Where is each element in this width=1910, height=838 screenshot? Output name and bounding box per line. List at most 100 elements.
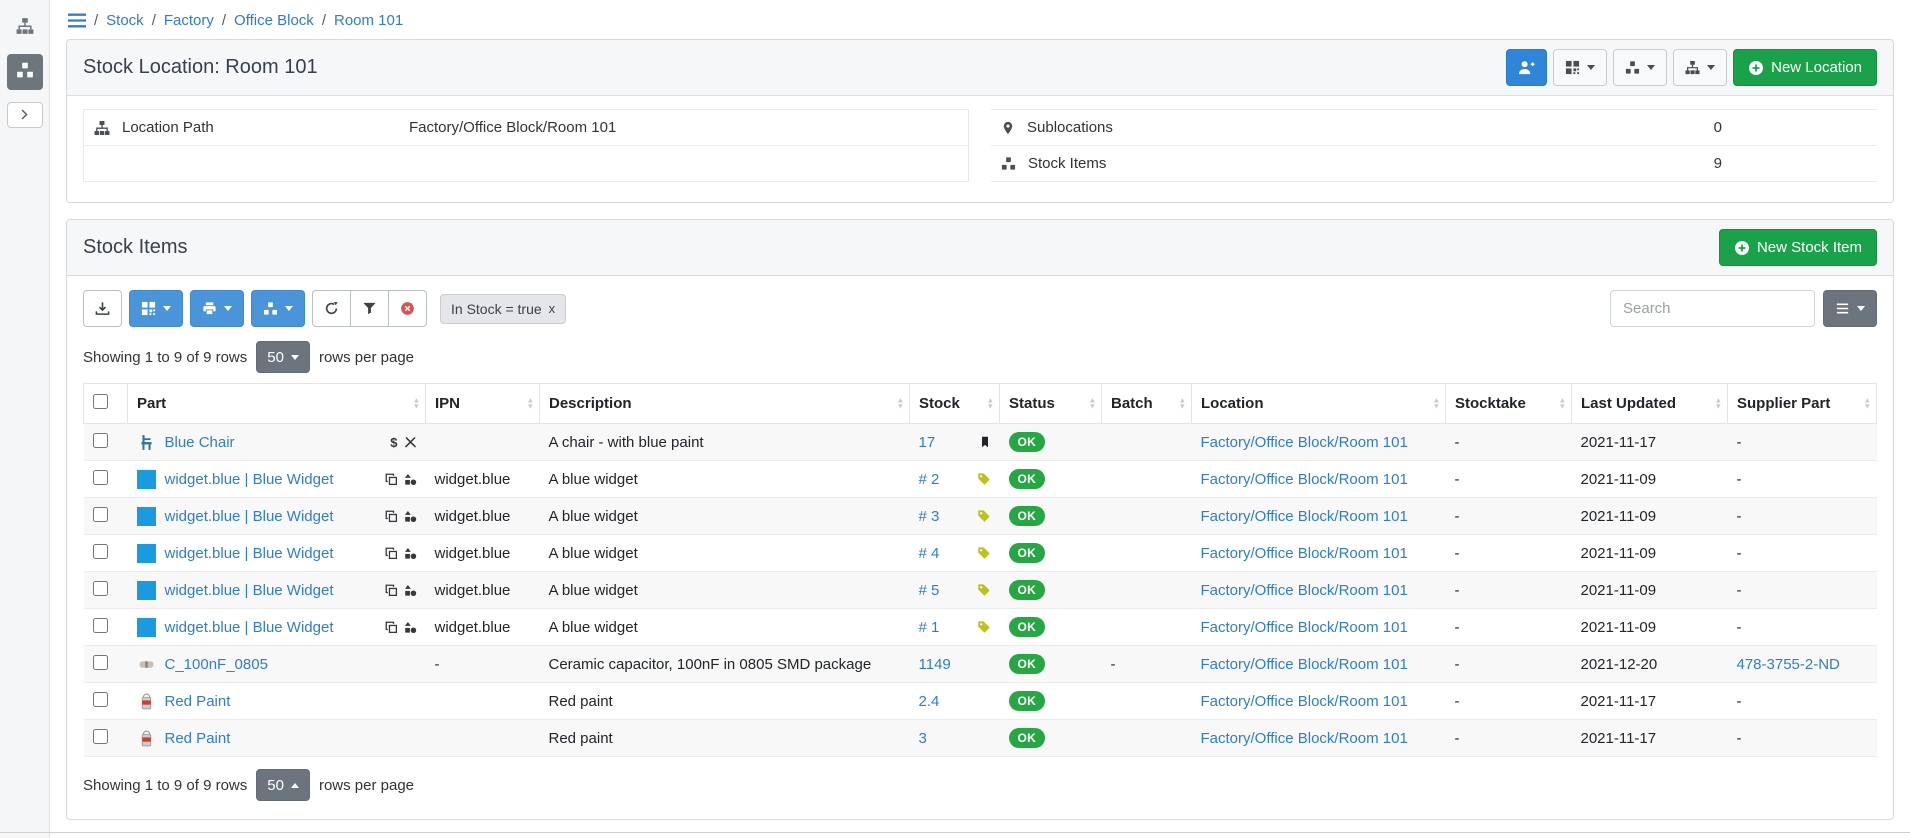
download-button[interactable] — [83, 290, 122, 327]
sidebar-item-stock[interactable] — [7, 54, 43, 90]
row-checkbox[interactable] — [93, 618, 108, 633]
column-header-last-updated[interactable]: Last Updated▲▼ — [1572, 384, 1728, 424]
last-updated-cell: 2021-11-09 — [1572, 498, 1728, 535]
column-header-description[interactable]: Description▲▼ — [540, 384, 910, 424]
part-link[interactable]: Blue Chair — [165, 434, 235, 451]
location-link[interactable]: Factory/Office Block/Room 101 — [1201, 693, 1408, 710]
batch-cell — [1102, 498, 1192, 535]
column-header-part[interactable]: Part▲▼ — [128, 384, 426, 424]
part-link[interactable]: Red Paint — [165, 693, 231, 710]
ipn-cell: widget.blue — [426, 461, 540, 498]
sidebar-expand-button[interactable] — [7, 102, 43, 128]
detail-row-location-path: Location Path Factory/Office Block/Room … — [84, 110, 968, 146]
table-header-row: Part▲▼ IPN▲▼ Description▲▼ Stock▲▼ Statu… — [84, 384, 1877, 424]
part-link[interactable]: widget.blue | Blue Widget — [165, 619, 334, 636]
shapes-icon — [404, 510, 417, 523]
location-link[interactable]: Factory/Office Block/Room 101 — [1201, 619, 1408, 636]
barcode-actions-dropdown[interactable] — [1553, 49, 1607, 86]
page-size-dropdown[interactable]: 50 — [256, 769, 310, 801]
new-location-button[interactable]: New Location — [1733, 49, 1877, 86]
row-checkbox[interactable] — [93, 581, 108, 596]
row-checkbox[interactable] — [93, 655, 108, 670]
part-link[interactable]: widget.blue | Blue Widget — [165, 582, 334, 599]
caret-down-icon — [1587, 65, 1595, 70]
location-link[interactable]: Factory/Office Block/Room 101 — [1201, 471, 1408, 488]
sort-icon: ▲▼ — [1559, 397, 1566, 410]
column-header-ipn[interactable]: IPN▲▼ — [426, 384, 540, 424]
row-checkbox[interactable] — [93, 507, 108, 522]
location-link[interactable]: Factory/Office Block/Room 101 — [1201, 656, 1408, 673]
filter-chip-remove[interactable]: x — [549, 301, 556, 316]
breadcrumb-link-office-block[interactable]: Office Block — [234, 12, 314, 29]
location-link[interactable]: Factory/Office Block/Room 101 — [1201, 434, 1408, 451]
stock-actions-dropdown[interactable] — [1613, 49, 1667, 86]
location-link[interactable]: Factory/Office Block/Room 101 — [1201, 508, 1408, 525]
stock-count-link[interactable]: 1149 — [919, 656, 951, 673]
supplier-part-link[interactable]: 478-3755-2-ND — [1737, 656, 1840, 673]
sort-icon: ▲▼ — [413, 397, 420, 410]
column-header-status[interactable]: Status▲▼ — [1000, 384, 1102, 424]
copy-icon — [385, 547, 398, 560]
print-actions-dropdown[interactable] — [190, 290, 244, 327]
caret-down-icon — [285, 306, 293, 311]
filter-button[interactable] — [350, 290, 389, 327]
tag-icon — [977, 546, 991, 560]
row-checkbox[interactable] — [93, 544, 108, 559]
sidebar — [0, 0, 50, 838]
part-link[interactable]: Red Paint — [165, 730, 231, 747]
description-cell: Red paint — [540, 720, 910, 757]
column-header-stocktake[interactable]: Stocktake▲▼ — [1446, 384, 1572, 424]
row-checkbox[interactable] — [93, 470, 108, 485]
location-link[interactable]: Factory/Office Block/Room 101 — [1201, 582, 1408, 599]
location-link[interactable]: Factory/Office Block/Room 101 — [1201, 730, 1408, 747]
ipn-cell — [426, 424, 540, 461]
hamburger-menu-icon[interactable] — [68, 13, 86, 28]
location-actions-dropdown[interactable] — [1673, 49, 1727, 86]
stock-count-link[interactable]: # 2 — [919, 471, 940, 488]
stock-count-link[interactable]: 3 — [919, 730, 927, 747]
row-checkbox[interactable] — [93, 692, 108, 707]
last-updated-cell: 2021-11-17 — [1572, 683, 1728, 720]
stock-count-link[interactable]: # 3 — [919, 508, 940, 525]
stock-count-link[interactable]: 17 — [919, 434, 936, 451]
column-header-supplier-part[interactable]: Supplier Part▲▼ — [1728, 384, 1877, 424]
pagination-bottom: Showing 1 to 9 of 9 rows 50 rows per pag… — [83, 769, 1877, 801]
stock-count-link[interactable]: # 1 — [919, 619, 940, 636]
row-checkbox[interactable] — [93, 433, 108, 448]
new-stock-item-button[interactable]: New Stock Item — [1719, 229, 1877, 266]
stock-count-link[interactable]: # 4 — [919, 545, 940, 562]
part-link[interactable]: C_100nF_0805 — [165, 656, 268, 673]
stock-count-link[interactable]: # 5 — [919, 582, 940, 599]
page-size-dropdown[interactable]: 50 — [256, 341, 310, 373]
stock-options-dropdown[interactable] — [251, 290, 305, 327]
table-row: widget.blue | Blue Widgetwidget.blueA bl… — [84, 498, 1877, 535]
breadcrumb-link-factory[interactable]: Factory — [164, 12, 214, 29]
table-columns-dropdown[interactable] — [1823, 290, 1877, 327]
location-link[interactable]: Factory/Office Block/Room 101 — [1201, 545, 1408, 562]
breadcrumb-link-stock[interactable]: Stock — [106, 12, 144, 29]
copy-icon — [385, 584, 398, 597]
part-link[interactable]: widget.blue | Blue Widget — [165, 545, 334, 562]
stock-items-header: Stock Items New Stock Item — [67, 220, 1893, 276]
last-updated-cell: 2021-12-20 — [1572, 646, 1728, 683]
stock-count-link[interactable]: 2.4 — [919, 693, 940, 710]
column-header-location[interactable]: Location▲▼ — [1192, 384, 1446, 424]
barcode-actions-toolbar-dropdown[interactable] — [129, 290, 183, 327]
sidebar-item-location-tree[interactable] — [7, 10, 43, 46]
widget-thumbnail — [137, 618, 156, 637]
refresh-button[interactable] — [312, 290, 351, 327]
supplier-part-cell: - — [1737, 619, 1742, 636]
column-header-stock[interactable]: Stock▲▼ — [910, 384, 1000, 424]
search-input[interactable] — [1610, 290, 1815, 327]
part-link[interactable]: widget.blue | Blue Widget — [165, 508, 334, 525]
breadcrumb-link-room-101[interactable]: Room 101 — [334, 12, 403, 29]
caret-down-icon — [224, 306, 232, 311]
part-link[interactable]: widget.blue | Blue Widget — [165, 471, 334, 488]
copy-icon — [385, 473, 398, 486]
clear-filters-button[interactable] — [388, 290, 427, 327]
row-checkbox[interactable] — [93, 729, 108, 744]
user-plus-button[interactable] — [1506, 49, 1547, 86]
location-panel-header: Stock Location: Room 101 — [67, 40, 1893, 96]
column-header-batch[interactable]: Batch▲▼ — [1102, 384, 1192, 424]
select-all-checkbox[interactable] — [93, 394, 108, 409]
